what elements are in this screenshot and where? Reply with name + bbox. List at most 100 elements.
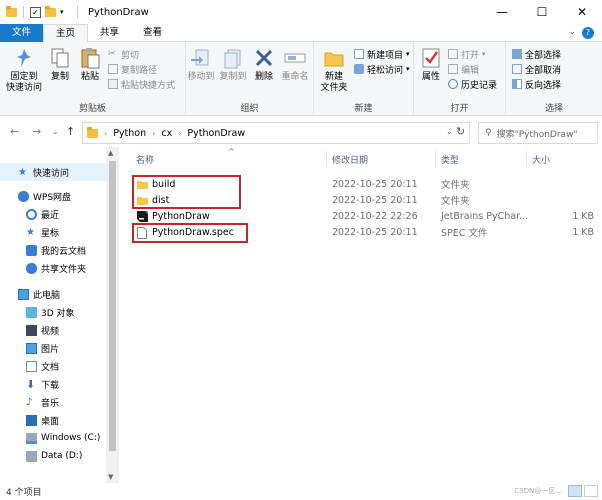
paste-shortcut-button[interactable]: 粘贴快捷方式	[108, 77, 175, 91]
table-row[interactable]: PythonDraw 2022-10-22 22:26 JetBrains Py…	[134, 208, 600, 224]
select-none-button[interactable]: 全部取消	[512, 62, 561, 76]
column-header-type[interactable]: 类型	[441, 153, 459, 166]
column-divider[interactable]	[526, 151, 527, 167]
cut-button[interactable]: ✂ 剪切	[108, 47, 139, 61]
nav-item-documents[interactable]: 文档	[0, 357, 59, 375]
qat-dropdown-icon[interactable]: ▾	[60, 7, 71, 18]
new-folder-button[interactable]: 新建 文件夹	[316, 46, 352, 94]
nav-item-3d-objects[interactable]: 3D 对象	[0, 303, 75, 321]
drive-icon	[26, 432, 37, 444]
file-date: 2022-10-22 22:26	[332, 210, 418, 222]
scrollbar-thumb[interactable]	[109, 161, 116, 451]
copy-to-label: 复制到	[219, 72, 247, 82]
divider	[23, 6, 24, 18]
new-item-label: 新建项目	[367, 50, 404, 61]
column-header-date[interactable]: 修改日期	[332, 153, 368, 166]
open-button[interactable]: 打开 ▾	[448, 47, 486, 61]
collapse-ribbon-icon[interactable]: ⌄	[568, 27, 576, 37]
breadcrumb-separator-icon[interactable]: ›	[178, 129, 181, 138]
back-arrow-icon[interactable]: ←	[10, 125, 19, 138]
nav-item-this-pc[interactable]: 此电脑	[0, 285, 60, 303]
new-item-button[interactable]: 新建项目 ▾	[354, 47, 410, 61]
edit-button[interactable]: 编辑	[448, 62, 479, 76]
nav-item-windows-c[interactable]: Windows (C:)	[0, 429, 100, 447]
select-all-button[interactable]: 全部选择	[512, 47, 561, 61]
copy-path-button[interactable]: 复制路径	[108, 62, 157, 76]
properties-button[interactable]: 属性	[418, 46, 444, 83]
breadcrumb-separator-icon[interactable]: ›	[104, 129, 107, 138]
copy-to-button[interactable]: 复制到	[218, 46, 248, 83]
minimize-button[interactable]: —	[482, 0, 522, 24]
column-header-size[interactable]: 大小	[532, 153, 550, 166]
invert-selection-button[interactable]: 反向选择	[512, 77, 561, 91]
properties-check-icon[interactable]: ✓	[30, 6, 41, 18]
copy-button[interactable]: 复制	[46, 46, 74, 83]
up-arrow-icon[interactable]: ↑	[66, 125, 75, 138]
forward-arrow-icon[interactable]: →	[32, 125, 41, 138]
search-box[interactable]: ⚲ 搜索"PythonDraw"	[478, 122, 598, 144]
nav-item-wps-cloud[interactable]: WPS网盘	[0, 187, 71, 205]
nav-item-my-cloud-docs[interactable]: 我的云文档	[0, 241, 86, 259]
large-icons-view-icon[interactable]	[584, 485, 598, 497]
move-to-button[interactable]: 移动到	[186, 46, 216, 83]
nav-item-starred[interactable]: ★ 星标	[0, 223, 59, 241]
history-button[interactable]: 历史记录	[448, 77, 497, 91]
scroll-up-icon[interactable]: ▲	[108, 149, 113, 157]
tab-home[interactable]: 主页	[43, 24, 89, 42]
nav-item-videos[interactable]: 视频	[0, 321, 59, 339]
file-date: 2022-10-25 20:11	[332, 194, 418, 206]
maximize-button[interactable]: ☐	[522, 0, 562, 24]
delete-button[interactable]: 删除	[252, 46, 276, 83]
nav-scrollbar[interactable]: ▲ ▼	[106, 147, 119, 483]
nav-item-quick-access[interactable]: ★ 快速访问	[0, 163, 106, 181]
desktop-icon	[26, 414, 37, 426]
file-date: 2022-10-25 20:11	[332, 178, 418, 190]
select-all-icon	[512, 49, 522, 59]
item-count: 4 个项目	[6, 488, 42, 498]
close-button[interactable]: ✕	[562, 0, 602, 24]
nav-item-desktop[interactable]: 桌面	[0, 411, 59, 429]
paste-button[interactable]: 粘贴	[76, 46, 104, 83]
breadcrumb-item[interactable]: Python	[113, 128, 146, 139]
recent-locations-icon[interactable]: ⌄	[52, 127, 59, 136]
rename-button[interactable]: 重命名	[278, 46, 312, 83]
address-dropdown-icon[interactable]: ⌄	[446, 127, 453, 136]
easy-access-label: 轻松访问	[367, 65, 404, 76]
scroll-down-icon[interactable]: ▼	[108, 473, 113, 481]
tab-share[interactable]: 共享	[88, 24, 131, 42]
breadcrumb-item[interactable]: PythonDraw	[187, 128, 245, 139]
open-icon	[448, 49, 458, 59]
file-name: PythonDraw	[152, 210, 210, 222]
nav-item-data-d[interactable]: Data (D:)	[0, 447, 82, 465]
nav-item-shared-folder[interactable]: 共享文件夹	[0, 259, 86, 277]
breadcrumb-item[interactable]: cx	[161, 128, 172, 139]
help-icon[interactable]: ?	[582, 27, 594, 39]
search-placeholder: 搜索"PythonDraw"	[496, 129, 578, 140]
column-divider[interactable]	[326, 151, 327, 167]
pin-icon	[12, 46, 36, 70]
new-folder-icon[interactable]	[45, 5, 56, 17]
pin-quick-access-button[interactable]: 固定到 快速访问	[4, 46, 44, 94]
file-size: 1 KB	[572, 226, 594, 238]
nav-item-music[interactable]: ♪ 音乐	[0, 393, 59, 411]
column-divider[interactable]	[435, 151, 436, 167]
open-group: 属性 打开 ▾ 编辑 历史记录 打开	[414, 42, 506, 116]
rename-icon	[283, 46, 307, 70]
tab-view[interactable]: 查看	[131, 24, 174, 42]
nav-item-label: 我的云文档	[41, 246, 87, 257]
nav-item-downloads[interactable]: ⬇ 下载	[0, 375, 59, 393]
column-header-name[interactable]: 名称	[136, 153, 154, 166]
refresh-icon[interactable]: ↻	[456, 125, 465, 138]
tab-file[interactable]: 文件	[0, 24, 44, 42]
watermark: CSDN@一区...	[514, 487, 562, 495]
details-view-icon[interactable]	[568, 485, 582, 497]
clipboard-group-label: 剪贴板	[78, 104, 106, 114]
nav-item-pictures[interactable]: 图片	[0, 339, 59, 357]
address-bar-row: ← → ⌄ ↑ › Python › cx › PythonDraw ⌄ ↻ ⚲…	[0, 117, 602, 147]
edit-icon	[448, 64, 458, 74]
nav-item-recent[interactable]: 最近	[0, 205, 59, 223]
easy-access-button[interactable]: 轻松访问 ▾	[354, 62, 410, 76]
nav-item-label: 共享文件夹	[41, 264, 87, 275]
breadcrumb-separator-icon[interactable]: ›	[152, 129, 155, 138]
breadcrumb[interactable]: › Python › cx › PythonDraw	[82, 122, 470, 144]
